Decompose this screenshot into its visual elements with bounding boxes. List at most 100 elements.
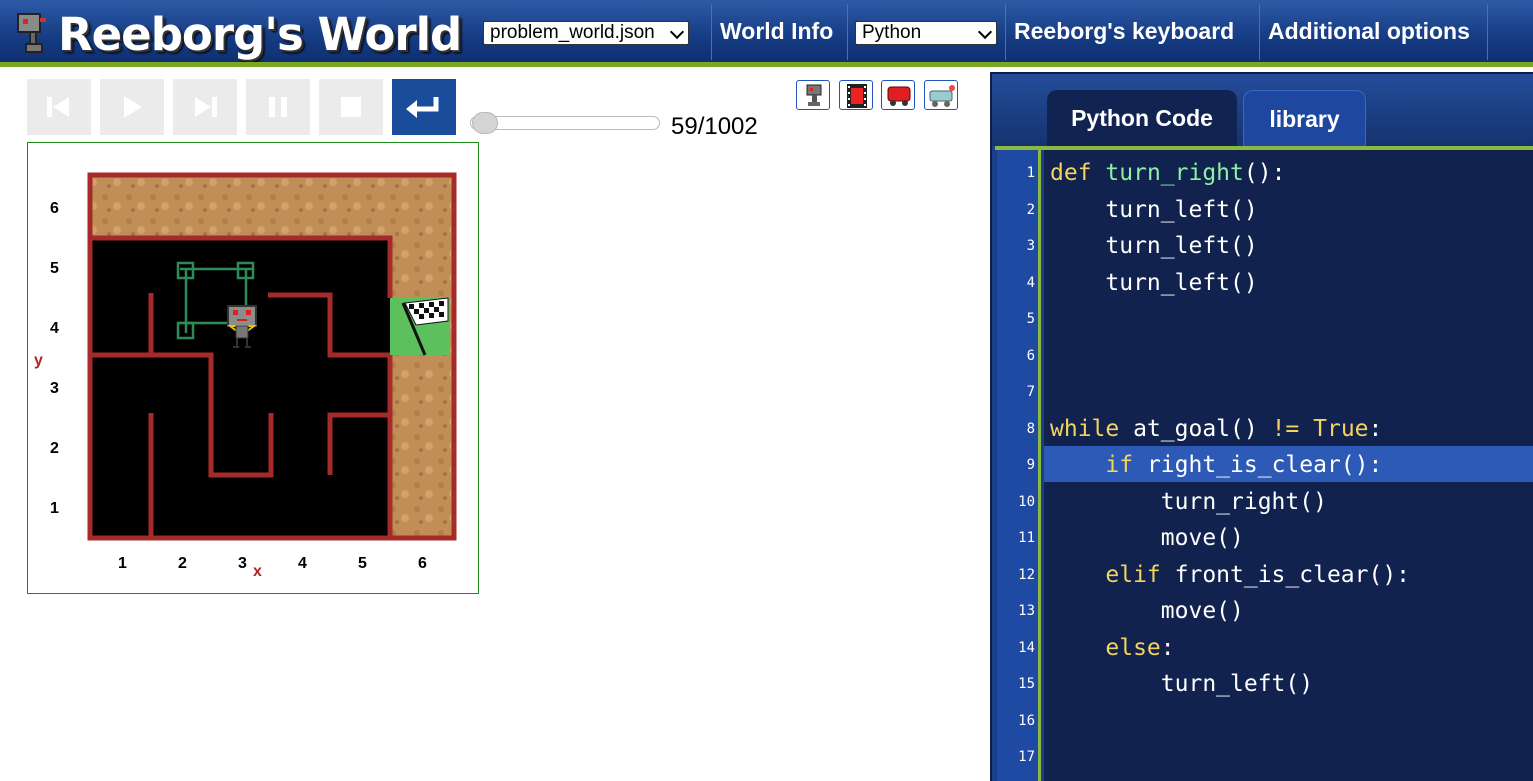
code-line: move() [1050,598,1244,624]
robot-details-button[interactable] [796,80,830,110]
header-accent-stripe [0,62,1533,67]
code-line: turn_left() [1050,233,1258,259]
code-token: elif [1105,561,1161,588]
x-axis-label: 4 [298,555,307,572]
code-line: while at_goal() != True: [1050,416,1382,442]
maze-floor [90,238,390,538]
code-token: else [1105,634,1161,661]
step-button[interactable] [173,79,237,135]
line-number: 3 [1026,238,1035,254]
code-token: != [1271,415,1300,442]
x-axis-label: 2 [178,555,187,572]
tab-library[interactable]: library [1243,90,1366,148]
code-token: turn_right() [1050,488,1327,515]
code-token: turn_left() [1050,196,1258,223]
line-number: 11 [1018,530,1035,546]
tab-python-code[interactable]: Python Code [1047,90,1237,148]
code-token: turn_right [1105,160,1244,186]
reeborg-logo: Reeborg's World [8,4,462,61]
code-line: elif front_is_clear(): [1050,562,1410,588]
keyboard-button[interactable]: Reeborg's keyboard [1014,18,1234,45]
code-line: turn_left() [1050,269,1258,296]
world-info-button[interactable]: World Info [720,18,833,45]
line-number: 4 [1026,274,1035,291]
code-line: else: [1050,634,1175,661]
pause-button[interactable] [246,79,310,135]
film-strip-icon [847,84,867,108]
speed-slider[interactable] [470,116,660,130]
code-line: if right_is_clear(): [1050,452,1382,478]
y-axis-label: 4 [50,320,59,337]
robot-red-icon [887,86,911,106]
reeborg-robot-icon [17,13,46,53]
code-token: front_is_clear(): [1160,561,1411,588]
additional-options-button[interactable]: Additional options [1268,18,1470,45]
run-button[interactable] [100,79,164,135]
code-line: turn_right() [1050,489,1327,515]
world-tools-icon [929,85,955,107]
line-number: 14 [1018,639,1035,656]
world-canvas[interactable] [27,142,479,594]
code-token: True [1313,415,1369,442]
play-icon [124,96,142,118]
menu-divider [1005,4,1006,60]
code-line: turn_left() [1050,671,1313,697]
menu-divider [711,4,712,60]
code-token: turn_left() [1050,269,1258,296]
language-select-value: Python [862,22,922,43]
code-token: : [1368,415,1383,442]
language-select[interactable]: Python [855,21,997,45]
line-number: 15 [1018,676,1035,692]
y-axis-label: 6 [50,200,59,217]
line-number: 16 [1018,712,1035,729]
x-axis-name: x [253,563,262,580]
line-number: 7 [1026,384,1035,400]
edit-world-button[interactable] [881,80,915,110]
stop-icon [341,97,361,117]
menu-divider [1487,4,1488,60]
x-axis-label: 5 [358,555,367,572]
reverse-step-icon [47,97,69,117]
y-axis-name: y [34,352,43,369]
line-number: 2 [1026,201,1035,218]
line-number: 8 [1026,420,1035,437]
line-number: 17 [1018,749,1035,765]
line-number: 12 [1018,566,1035,583]
menu-divider [847,4,848,60]
world-select[interactable]: problem_world.json [483,21,689,45]
reverse-step-button[interactable] [27,79,91,135]
y-axis-label: 5 [50,260,59,277]
y-axis-label: 2 [50,440,59,457]
line-number: 13 [1018,603,1035,619]
film-button[interactable] [839,80,873,110]
x-axis-label: 1 [118,555,127,572]
code-line: def turn_right(): [1050,160,1285,186]
top-menu-bar: Reeborg's World problem_world.json World… [0,0,1533,66]
code-line: turn_left() [1050,196,1258,223]
code-token: turn_left() [1050,671,1314,697]
reload-button[interactable] [392,79,456,135]
chevron-down-icon [977,24,993,40]
code-token: right_is_clear(): [1133,452,1383,478]
speed-slider-handle[interactable] [472,112,498,134]
line-number: 9 [1026,457,1035,473]
line-number: 6 [1026,347,1035,364]
world-map [87,172,457,541]
code-token: def [1050,160,1092,186]
code-token: : [1160,634,1175,661]
code-line: move() [1050,525,1244,551]
world-tools-button[interactable] [924,80,958,110]
stop-button[interactable] [319,79,383,135]
code-token: move() [1050,598,1244,624]
code-token: move() [1050,525,1244,551]
code-token: turn_left() [1050,233,1258,259]
line-number: 1 [1026,165,1035,181]
line-number: 5 [1026,311,1035,327]
chevron-down-icon [669,24,685,40]
app-title: Reeborg's World [58,8,462,61]
step-counter: 59/1002 [671,113,758,140]
